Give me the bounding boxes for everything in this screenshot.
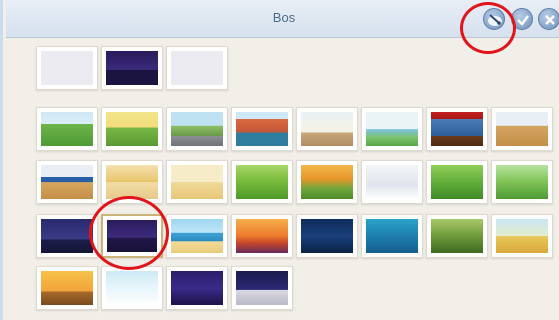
backdrop-image [301, 165, 353, 199]
backdrop-thumbnail[interactable] [491, 160, 553, 204]
close-icon [545, 15, 555, 25]
paint-brush-icon [488, 14, 502, 26]
backdrop-thumbnail[interactable] [361, 160, 423, 204]
backdrop-image [106, 165, 158, 199]
backdrop-image [366, 112, 418, 146]
paint-new-backdrop-button[interactable] [483, 8, 505, 30]
backdrop-thumbnail[interactable] [166, 160, 228, 204]
window-title: Bos [272, 10, 296, 25]
backdrop-image [106, 51, 158, 85]
backdrop-thumbnail[interactable] [231, 214, 293, 258]
backdrop-image [236, 112, 288, 146]
backdrop-image [301, 219, 353, 253]
backdrop-thumbnail[interactable] [166, 46, 228, 90]
backdrop-thumbnail[interactable] [101, 214, 163, 258]
backdrop-thumbnail[interactable] [426, 214, 488, 258]
backdrop-thumbnail[interactable] [166, 266, 228, 310]
backdrop-thumbnail[interactable] [36, 266, 98, 310]
backdrop-image [366, 219, 418, 253]
backdrop-thumbnail[interactable] [36, 107, 98, 151]
backdrop-image [431, 112, 483, 146]
backdrop-thumbnail[interactable] [426, 160, 488, 204]
backdrop-image [236, 165, 288, 199]
backdrop-image [41, 51, 93, 85]
backdrop-image [301, 112, 353, 146]
backdrop-library-window: Bos [0, 0, 559, 320]
backdrop-image [171, 112, 223, 146]
backdrop-thumbnail[interactable] [166, 214, 228, 258]
title-bar: Bos [6, 0, 559, 38]
backdrop-thumbnail[interactable] [166, 107, 228, 151]
backdrop-image [366, 165, 418, 199]
backdrop-thumbnail[interactable] [231, 266, 293, 310]
backdrop-image [106, 112, 158, 146]
backdrop-thumbnail[interactable] [296, 107, 358, 151]
backdrop-image [496, 219, 548, 253]
backdrop-image [171, 219, 223, 253]
backdrop-thumbnail[interactable] [101, 46, 163, 90]
backdrop-thumbnail[interactable] [36, 160, 98, 204]
backdrop-thumbnail[interactable] [231, 107, 293, 151]
backdrop-thumbnail[interactable] [426, 107, 488, 151]
backdrop-thumbnail[interactable] [101, 160, 163, 204]
backdrop-image [236, 219, 288, 253]
backdrop-thumbnail[interactable] [231, 160, 293, 204]
backdrop-thumbnail[interactable] [101, 266, 163, 310]
backdrop-image [171, 271, 223, 305]
backdrop-image [106, 271, 158, 305]
backdrop-thumbnail[interactable] [36, 214, 98, 258]
backdrop-thumbnail[interactable] [101, 107, 163, 151]
backdrop-image [41, 271, 93, 305]
close-button[interactable] [538, 8, 559, 30]
backdrop-image [496, 112, 548, 146]
backdrop-image [41, 112, 93, 146]
backdrop-image [431, 165, 483, 199]
backdrop-thumbnail[interactable] [361, 107, 423, 151]
confirm-button[interactable] [511, 8, 533, 30]
confirm-icon [517, 15, 529, 26]
backdrop-thumbnail[interactable] [491, 214, 553, 258]
backdrop-image [41, 165, 93, 199]
backdrop-thumbnail[interactable] [36, 46, 98, 90]
backdrop-thumbnail[interactable] [361, 214, 423, 258]
backdrop-thumbnail[interactable] [491, 107, 553, 151]
backdrop-image [431, 219, 483, 253]
backdrop-thumbnail[interactable] [296, 160, 358, 204]
backdrop-image [496, 165, 548, 199]
backdrop-image [236, 271, 288, 305]
backdrop-image [41, 219, 93, 253]
backdrop-image [171, 51, 223, 85]
backdrop-image [107, 220, 157, 252]
backdrop-image [171, 165, 223, 199]
backdrop-thumbnail[interactable] [296, 214, 358, 258]
